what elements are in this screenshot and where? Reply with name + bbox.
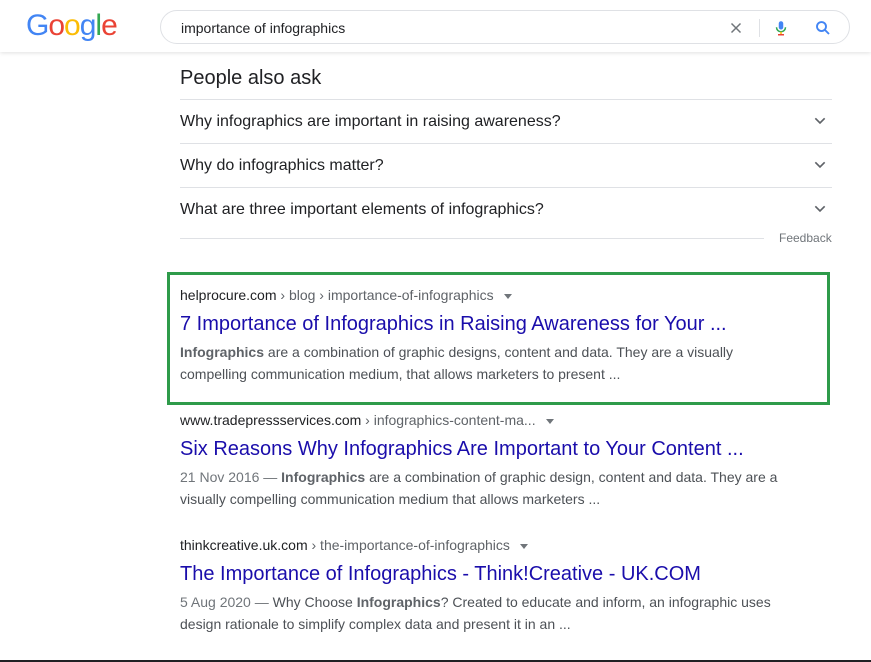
snippet-bold: Infographics	[180, 344, 265, 360]
result-snippet: 21 Nov 2016 — Infographics are a combina…	[180, 466, 790, 510]
search-divider	[759, 19, 760, 37]
snippet-bold: Infographics	[281, 469, 366, 485]
search-icon[interactable]	[814, 19, 832, 37]
search-input[interactable]	[181, 18, 701, 38]
paa-question: Why infographics are important in raisin…	[180, 113, 561, 130]
result-snippet: 5 Aug 2020 — Why Choose Infographics? Cr…	[180, 591, 790, 635]
result-url[interactable]: thinkcreative.uk.com › the-importance-of…	[180, 536, 820, 554]
chevron-down-icon[interactable]	[812, 157, 828, 173]
result-title-link[interactable]: The Importance of Infographics - Think!C…	[180, 561, 820, 587]
result-breadcrumb: › blog › importance-of-infographics	[276, 287, 494, 303]
result-domain: helprocure.com	[180, 287, 277, 303]
logo-letter: o	[48, 9, 65, 42]
result-breadcrumb: › infographics-content-ma...	[361, 412, 536, 428]
result-date: 21 Nov 2016 —	[180, 469, 282, 485]
paa-item[interactable]: What are three important elements of inf…	[180, 187, 832, 231]
dropdown-arrow-icon[interactable]	[503, 293, 512, 299]
search-box	[160, 10, 850, 44]
people-also-ask-list: Why infographics are important in raisin…	[180, 99, 832, 231]
search-result: helprocure.com › blog › importance-of-in…	[180, 286, 820, 385]
google-logo[interactable]: Google	[26, 9, 118, 43]
search-result: www.tradepressservices.com › infographic…	[180, 411, 820, 510]
paa-question: What are three important elements of inf…	[180, 201, 544, 218]
feedback-link[interactable]: Feedback	[779, 230, 832, 246]
dropdown-arrow-icon[interactable]	[519, 543, 528, 549]
logo-letter: o	[64, 9, 81, 42]
result-domain: thinkcreative.uk.com	[180, 537, 308, 553]
snippet-text: Why Choose	[272, 594, 357, 610]
chevron-down-icon[interactable]	[812, 201, 828, 217]
paa-item[interactable]: Why infographics are important in raisin…	[180, 99, 832, 143]
logo-letter: e	[101, 9, 118, 42]
close-icon[interactable]	[727, 19, 745, 37]
paa-item[interactable]: Why do infographics matter?	[180, 143, 832, 187]
result-date: 5 Aug 2020 —	[180, 594, 273, 610]
logo-letter: g	[79, 9, 97, 42]
logo-letter: G	[26, 9, 49, 42]
result-title-link[interactable]: Six Reasons Why Infographics Are Importa…	[180, 436, 820, 462]
chevron-down-icon[interactable]	[812, 113, 828, 129]
search-result: thinkcreative.uk.com › the-importance-of…	[180, 536, 820, 635]
result-snippet: Infographics are a combination of graphi…	[180, 341, 790, 385]
paa-question: Why do infographics matter?	[180, 157, 384, 174]
result-title-link[interactable]: 7 Importance of Infographics in Raising …	[180, 311, 820, 337]
result-breadcrumb: › the-importance-of-infographics	[307, 537, 510, 553]
paa-divider	[180, 238, 764, 239]
result-url[interactable]: www.tradepressservices.com › infographic…	[180, 411, 820, 429]
result-url[interactable]: helprocure.com › blog › importance-of-in…	[180, 286, 820, 304]
header: Google	[0, 0, 871, 52]
dropdown-arrow-icon[interactable]	[545, 418, 554, 424]
mic-icon[interactable]	[772, 19, 790, 37]
snippet-bold: Infographics	[356, 594, 441, 610]
people-also-ask-title: People also ask	[180, 67, 322, 89]
result-domain: www.tradepressservices.com	[180, 412, 362, 428]
